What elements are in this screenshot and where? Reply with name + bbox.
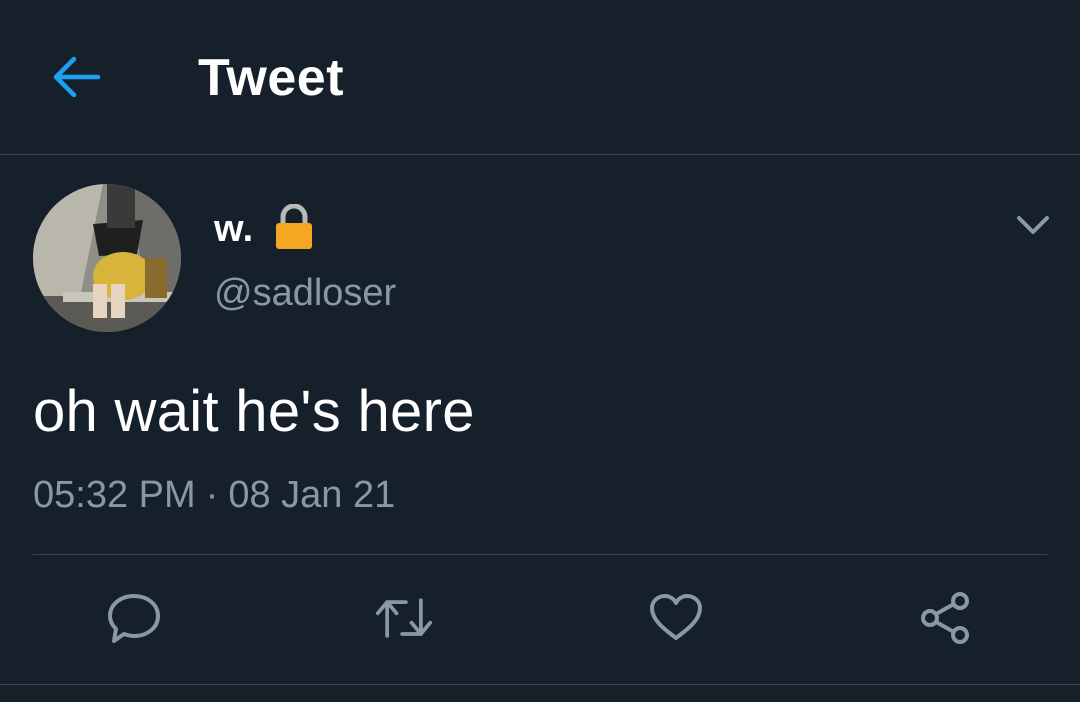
tweet-date: 08 Jan 21: [228, 474, 396, 516]
retweet-button[interactable]: [374, 588, 434, 648]
arrow-left-icon: [53, 56, 101, 98]
top-bar: Tweet: [0, 0, 1080, 155]
meta-separator: ·: [205, 474, 219, 516]
avatar[interactable]: [33, 184, 181, 332]
divider: [33, 554, 1047, 555]
retweet-icon: [375, 598, 433, 638]
reply-icon: [108, 594, 160, 643]
tweet-time: 05:32 PM: [33, 474, 196, 516]
back-button[interactable]: [50, 52, 104, 102]
bottom-divider: [0, 684, 1080, 685]
tweet-text: oh wait he's here: [33, 379, 475, 444]
lock-icon: [274, 203, 314, 255]
heart-icon: [650, 594, 702, 640]
page-title: Tweet: [198, 49, 345, 107]
chevron-down-icon: [1017, 216, 1049, 234]
more-options-button[interactable]: [1010, 204, 1056, 246]
like-button[interactable]: [646, 588, 706, 648]
avatar-image: [33, 184, 181, 332]
reply-button[interactable]: [104, 588, 164, 648]
author-name-row[interactable]: w.: [214, 203, 314, 255]
display-name: w.: [214, 207, 254, 250]
tweet-detail-screen: Tweet w. @sadloser oh wait he's here 05:…: [0, 0, 1080, 702]
tweet-timestamp[interactable]: 05:32 PM · 08 Jan 21: [33, 474, 395, 517]
share-icon: [921, 592, 969, 644]
share-button[interactable]: [916, 588, 976, 648]
author-handle[interactable]: @sadloser: [214, 272, 396, 315]
